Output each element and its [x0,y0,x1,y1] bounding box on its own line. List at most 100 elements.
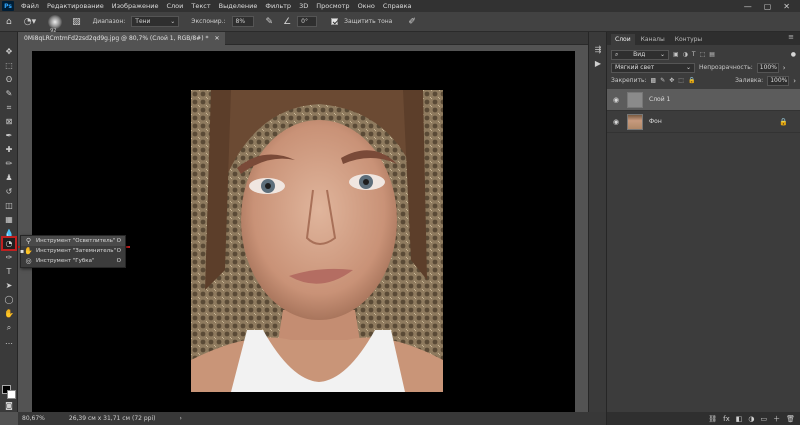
flyout-item-burn[interactable]: ▪ ✋ Инструмент "Затемнитель" O [20,246,125,256]
marquee-tool-icon[interactable]: ⬚ [3,60,15,71]
actions-play-icon[interactable]: ▶ [592,58,604,69]
gradient-tool-icon[interactable]: ▦ [3,214,15,225]
filter-pixel-icon[interactable]: ▣ [673,51,679,58]
zoom-tool-icon[interactable]: ⌕ [3,322,15,333]
airbrush-icon[interactable]: ✎ [266,17,274,27]
menu-filter[interactable]: Фильтр [261,2,295,10]
move-tool-icon[interactable]: ✥ [3,46,15,57]
layer-mask-icon[interactable]: ◧ [736,415,743,423]
zoom-level[interactable]: 80,67% [22,415,45,422]
flyout-item-sponge[interactable]: ◎ Инструмент "Губка" O [21,256,125,266]
panel-menu-icon[interactable]: ≡ [788,33,794,41]
eye-icon[interactable]: ◉ [611,96,621,104]
tab-paths[interactable]: Контуры [671,34,706,45]
filter-smart-icon[interactable]: ▤ [709,51,715,58]
lock-artboard-icon[interactable]: ⬚ [678,77,684,84]
history-panel-icon[interactable]: ⇶ [592,44,604,55]
dodge-tool-flyout: ⚲ Инструмент "Осветлитель" O ▪ ✋ Инструм… [20,235,126,268]
sponge-icon: ◎ [25,257,32,265]
angle-field[interactable]: 0° [297,16,318,27]
lock-position-icon[interactable]: ✥ [669,77,674,84]
filter-adjustment-icon[interactable]: ◑ [683,51,688,58]
lock-transparent-icon[interactable]: ▩ [651,77,657,84]
chevron-right-icon[interactable]: › [793,77,796,85]
link-layers-icon[interactable]: ⛓ [708,415,717,423]
filter-type-icon[interactable]: T [692,51,696,58]
clone-stamp-tool-icon[interactable]: ♟ [3,172,15,183]
lasso-tool-icon[interactable]: ʘ [3,74,15,85]
maximize-button[interactable]: ▢ [764,2,772,11]
eye-icon[interactable]: ◉ [611,118,621,126]
new-layer-icon[interactable]: ＋ [773,414,780,424]
chevron-down-icon: ⌄ [170,18,176,25]
pressure-size-icon[interactable]: ✐ [408,17,416,27]
protect-tones-checkbox[interactable] [331,18,339,25]
menu-type[interactable]: Текст [187,2,214,10]
adjustment-layer-icon[interactable]: ◑ [748,415,754,423]
menu-select[interactable]: Выделение [215,2,262,10]
menu-layers[interactable]: Слои [162,2,187,10]
menu-file[interactable]: Файл [17,2,43,10]
minimize-button[interactable]: — [744,2,752,11]
layer-style-icon[interactable]: fx [723,415,730,423]
chevron-right-icon[interactable]: › [783,64,786,72]
lock-all-icon[interactable]: 🔒 [688,77,695,84]
path-select-tool-icon[interactable]: ➤ [3,280,15,291]
healing-tool-icon[interactable]: ✚ [3,144,15,155]
quick-select-tool-icon[interactable]: ✎ [3,88,15,99]
layer-row-layer1[interactable]: ◉ Слой 1 [607,89,800,111]
tab-channels[interactable]: Каналы [637,34,669,45]
document-tab[interactable]: 0Mi8qLRCmtmFd2zsd2qd9g.jpg @ 80,7% (Слой… [18,32,226,45]
trash-icon[interactable]: 🗑 [786,415,795,423]
close-window-button[interactable]: ✕ [783,2,790,11]
opacity-field[interactable]: 100% [756,62,779,73]
close-tab-icon[interactable]: ✕ [214,35,219,42]
search-icon: ⌕ [615,50,619,58]
fill-field[interactable]: 100% [767,75,790,86]
range-select[interactable]: Тени ⌄ [131,16,180,27]
layer-filter-select[interactable]: ⌕ Вид ⌄ [611,49,669,60]
exposure-field[interactable]: 8% [231,16,254,27]
background-color-swatch[interactable] [7,390,16,399]
history-brush-tool-icon[interactable]: ↺ [3,186,15,197]
canvas-area[interactable] [18,45,606,415]
lock-icon[interactable]: 🔒 [779,118,788,126]
crop-tool-icon[interactable]: ⌗ [3,102,15,113]
layer-row-background[interactable]: ◉ Фон 🔒 [607,111,800,133]
hand-tool-icon[interactable]: ✋ [3,308,15,319]
menu-help[interactable]: Справка [379,2,416,10]
flyout-item-dodge[interactable]: ⚲ Инструмент "Осветлитель" O [21,236,125,246]
chevron-right-icon[interactable]: › [180,415,182,422]
frame-tool-icon[interactable]: ⊠ [3,116,15,127]
layer-thumbnail [627,91,643,108]
type-tool-icon[interactable]: T [3,266,15,277]
filter-toggle-icon[interactable]: ● [791,51,796,58]
eyedropper-tool-icon[interactable]: ✒ [3,130,15,141]
brush-tool-icon[interactable]: ✏ [3,158,15,169]
brush-preset-picker[interactable]: 92 [48,14,63,34]
shape-tool-icon[interactable]: ◯ [3,294,15,305]
tab-layers[interactable]: Слои [611,34,635,45]
menu-view[interactable]: Просмотр [312,2,353,10]
lock-pixels-icon[interactable]: ✎ [660,77,665,84]
menu-edit[interactable]: Редактирование [43,2,108,10]
menu-window[interactable]: Окно [354,2,379,10]
quick-mask-icon[interactable]: ◙ [3,400,15,410]
pen-tool-icon[interactable]: ✑ [3,252,15,263]
blend-mode-select[interactable]: Мягкий свет ⌄ [611,62,695,73]
brush-settings-icon[interactable]: ▨ [72,17,81,27]
more-tools-icon[interactable]: … [3,336,15,347]
menu-3d[interactable]: 3D [295,2,312,10]
panel-tabs: Слои Каналы Контуры ≡ [607,32,800,45]
new-group-icon[interactable]: ▭ [760,415,767,423]
dodge-icon: ⚲ [25,237,32,245]
home-icon[interactable]: ⌂ [6,17,12,27]
filter-shape-icon[interactable]: ⬚ [700,51,706,58]
document-canvas[interactable] [32,51,575,415]
exposure-label: Экспонир.: [191,18,226,25]
tool-preset-icon[interactable]: ◔▾ [24,17,36,27]
menu-image[interactable]: Изображение [108,2,163,10]
eraser-tool-icon[interactable]: ◫ [3,200,15,211]
dodge-tool-icon[interactable]: ◔ [1,236,17,251]
flyout-item-shortcut: O [116,248,121,254]
